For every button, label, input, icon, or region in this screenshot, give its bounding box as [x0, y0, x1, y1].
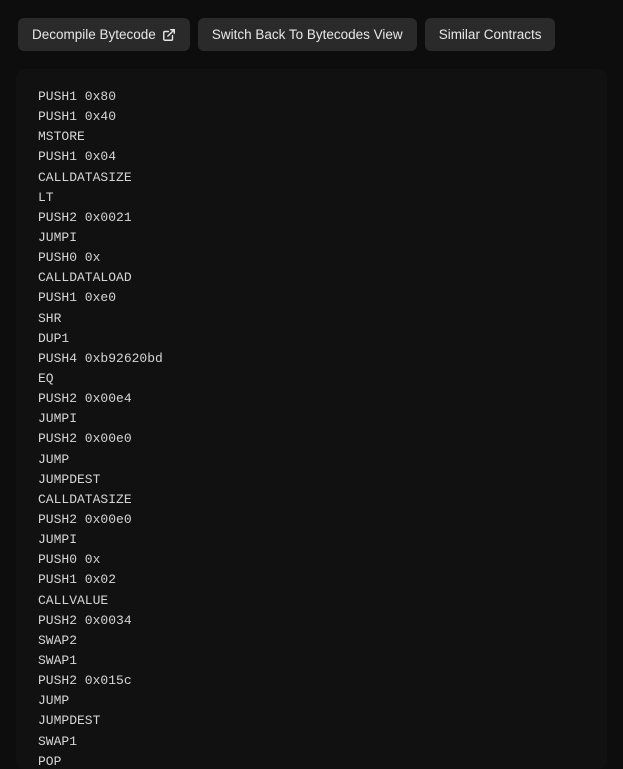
code-line: SWAP1: [38, 651, 589, 671]
code-line: PUSH2 0x0021: [38, 208, 589, 228]
toolbar: Decompile Bytecode Switch Back To Byteco…: [0, 0, 623, 65]
code-line: PUSH2 0x00e4: [38, 389, 589, 409]
switch-view-button[interactable]: Switch Back To Bytecodes View: [198, 18, 417, 51]
code-line: PUSH2 0x0034: [38, 611, 589, 631]
code-line: PUSH2 0x00e0: [38, 429, 589, 449]
code-line: PUSH4 0xb92620bd: [38, 349, 589, 369]
code-line: EQ: [38, 369, 589, 389]
code-line: PUSH1 0x40: [38, 107, 589, 127]
decompile-button[interactable]: Decompile Bytecode: [18, 18, 190, 51]
code-line: CALLDATALOAD: [38, 268, 589, 288]
code-line: PUSH1 0x02: [38, 570, 589, 590]
code-line: CALLVALUE: [38, 591, 589, 611]
code-line: JUMP: [38, 691, 589, 711]
code-line: PUSH2 0x015c: [38, 671, 589, 691]
code-line: JUMPDEST: [38, 470, 589, 490]
code-line: DUP1: [38, 329, 589, 349]
code-line: JUMPI: [38, 228, 589, 248]
decompile-label: Decompile Bytecode: [32, 27, 156, 42]
code-line: PUSH2 0x00e0: [38, 510, 589, 530]
switch-view-label: Switch Back To Bytecodes View: [212, 27, 403, 42]
code-line: POP: [38, 752, 589, 769]
code-line: JUMPI: [38, 409, 589, 429]
code-line: PUSH1 0x04: [38, 147, 589, 167]
code-line: PUSH0 0x: [38, 248, 589, 268]
similar-contracts-button[interactable]: Similar Contracts: [425, 18, 556, 51]
code-line: LT: [38, 188, 589, 208]
external-link-icon: [162, 28, 176, 42]
code-line: CALLDATASIZE: [38, 490, 589, 510]
code-line: SWAP2: [38, 631, 589, 651]
code-line: PUSH1 0xe0: [38, 288, 589, 308]
similar-contracts-label: Similar Contracts: [439, 27, 542, 42]
code-listing: PUSH1 0x80PUSH1 0x40MSTOREPUSH1 0x04CALL…: [38, 87, 589, 769]
code-line: JUMP: [38, 450, 589, 470]
code-line: JUMPDEST: [38, 711, 589, 731]
code-line: SWAP1: [38, 732, 589, 752]
code-line: MSTORE: [38, 127, 589, 147]
code-line: JUMPI: [38, 530, 589, 550]
code-line: PUSH0 0x: [38, 550, 589, 570]
code-line: SHR: [38, 309, 589, 329]
code-line: CALLDATASIZE: [38, 168, 589, 188]
code-line: PUSH1 0x80: [38, 87, 589, 107]
code-panel: PUSH1 0x80PUSH1 0x40MSTOREPUSH1 0x04CALL…: [16, 69, 607, 769]
